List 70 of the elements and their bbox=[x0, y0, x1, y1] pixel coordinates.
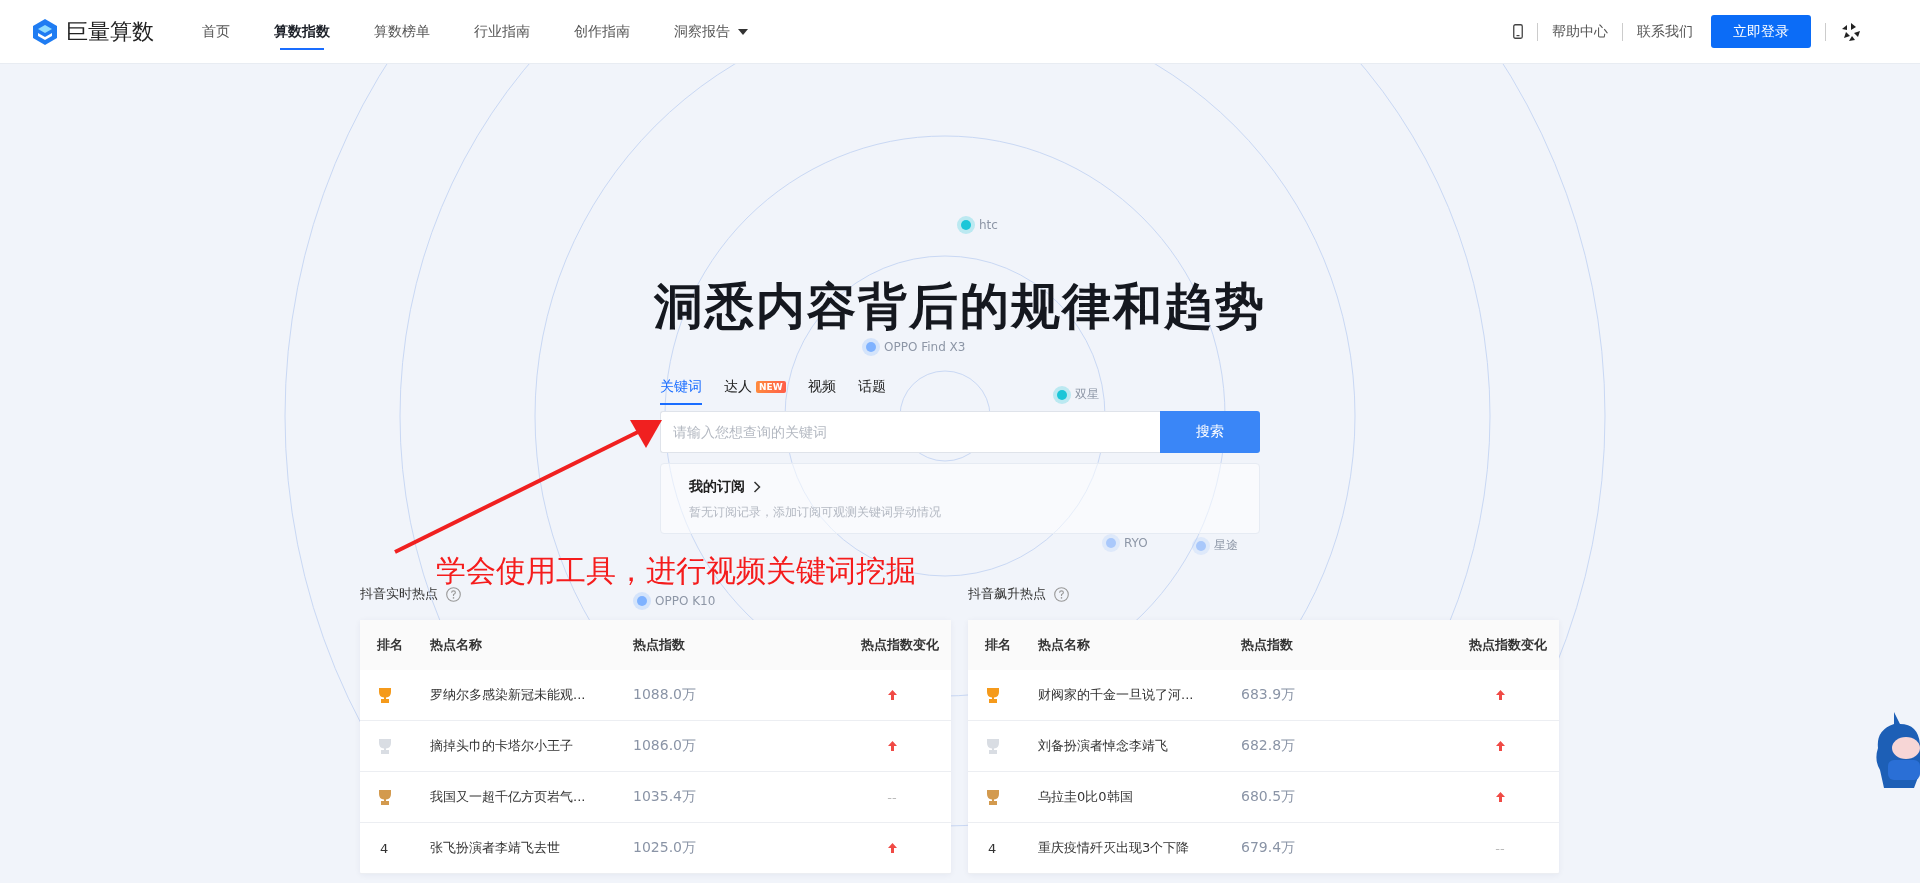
topic-name[interactable]: 摘掉头巾的卡塔尔小王子 bbox=[430, 737, 633, 755]
column-header: 热点指数变化 bbox=[860, 636, 940, 654]
header-link[interactable]: 帮助中心 bbox=[1552, 22, 1608, 41]
hot-index: 1088.0万 bbox=[633, 686, 697, 704]
topic-name[interactable]: 张飞扮演者李靖飞去世 bbox=[430, 839, 633, 857]
radar-dot[interactable] bbox=[1196, 540, 1206, 551]
hot-index: 1035.4万 bbox=[633, 788, 697, 806]
search-tab[interactable]: 话题 bbox=[857, 378, 886, 405]
new-badge: NEW bbox=[756, 381, 786, 393]
no-change-mark: -- bbox=[887, 789, 897, 805]
topic-name[interactable]: 刘备扮演者悼念李靖飞 bbox=[1038, 737, 1241, 755]
topic-name[interactable]: 我国又一超千亿方页岩气... bbox=[430, 788, 633, 806]
annotation-text: 学会使用工具，进行视频关键词挖掘 bbox=[436, 553, 916, 588]
hot-index: 1086.0万 bbox=[633, 737, 697, 755]
topic-name[interactable]: 重庆疫情歼灭出现3个下降 bbox=[1038, 839, 1241, 857]
radar-dot[interactable] bbox=[1057, 389, 1067, 400]
caret-icon[interactable] bbox=[738, 28, 748, 35]
search-tab[interactable]: 关键词 bbox=[660, 378, 702, 405]
no-change-mark: -- bbox=[1495, 840, 1505, 856]
hot-index: 682.8万 bbox=[1241, 737, 1297, 755]
panel-title: 抖音实时热点 bbox=[360, 585, 438, 603]
rank-number: 4 bbox=[987, 840, 997, 856]
column-header: 热点指数变化 bbox=[1468, 636, 1548, 654]
column-header: 热点指数 bbox=[1241, 636, 1294, 654]
hot-index: 679.4万 bbox=[1241, 839, 1297, 857]
column-header: 排名 bbox=[376, 636, 404, 654]
panel-title: 抖音飙升热点 bbox=[968, 585, 1046, 603]
hot-index: 680.5万 bbox=[1241, 788, 1297, 806]
radar-dot[interactable] bbox=[637, 596, 647, 606]
app-icon[interactable] bbox=[1840, 21, 1862, 42]
radar-dot[interactable] bbox=[1106, 538, 1116, 548]
chevron-right-icon[interactable] bbox=[753, 481, 761, 493]
up-arrow-icon bbox=[887, 741, 897, 751]
nav-tab[interactable]: 算数指数 bbox=[274, 0, 330, 64]
column-header: 热点指数 bbox=[633, 636, 686, 654]
nav-tab[interactable]: 首页 bbox=[202, 0, 230, 64]
subscription-link[interactable]: 我的订阅 bbox=[689, 478, 761, 496]
search-field[interactable]: 请输入您想查询的关键词 bbox=[660, 411, 1160, 453]
topic-name[interactable]: 罗纳尔多感染新冠未能观... bbox=[430, 686, 633, 704]
login-button[interactable]: 立即登录 bbox=[1711, 15, 1811, 48]
search-tab[interactable]: 达人 NEW bbox=[724, 378, 786, 405]
help-icon[interactable] bbox=[1054, 586, 1069, 602]
phone-icon[interactable] bbox=[1513, 24, 1523, 39]
subscription-note: 暂无订阅记录，添加订阅可观测关键词异动情况 bbox=[689, 504, 942, 521]
logo-text[interactable]: 巨量算数 bbox=[66, 16, 154, 47]
up-arrow-icon bbox=[887, 690, 897, 700]
topic-name[interactable]: 乌拉圭0比0韩国 bbox=[1038, 788, 1241, 806]
search-button[interactable]: 搜索 bbox=[1160, 411, 1260, 453]
nav-tab[interactable]: 行业指南 bbox=[474, 0, 530, 64]
column-header: 热点名称 bbox=[1038, 636, 1091, 654]
hot-index: 683.9万 bbox=[1241, 686, 1297, 704]
hot-index: 1025.0万 bbox=[633, 839, 697, 857]
up-arrow-icon bbox=[887, 843, 897, 853]
help-icon[interactable] bbox=[446, 586, 461, 602]
column-header: 热点名称 bbox=[430, 636, 483, 654]
column-header: 排名 bbox=[984, 636, 1012, 654]
nav-tab[interactable]: 创作指南 bbox=[574, 0, 630, 64]
radar-dot[interactable] bbox=[866, 342, 876, 352]
up-arrow-icon bbox=[1495, 690, 1505, 700]
logo-icon bbox=[30, 16, 60, 47]
nav-tab[interactable]: 算数榜单 bbox=[374, 0, 430, 64]
up-arrow-icon bbox=[1495, 741, 1505, 751]
topic-name[interactable]: 财阀家的千金一旦说了河... bbox=[1038, 686, 1241, 704]
up-arrow-icon bbox=[1495, 792, 1505, 802]
hero-title: 洞悉内容背后的规律和趋势 bbox=[654, 278, 1266, 336]
header-link[interactable]: 联系我们 bbox=[1637, 22, 1693, 41]
search-tab[interactable]: 视频 bbox=[807, 378, 836, 405]
rank-number: 4 bbox=[379, 840, 389, 856]
nav-tab[interactable]: 洞察报告 bbox=[674, 0, 748, 64]
radar-dot[interactable] bbox=[961, 220, 971, 230]
